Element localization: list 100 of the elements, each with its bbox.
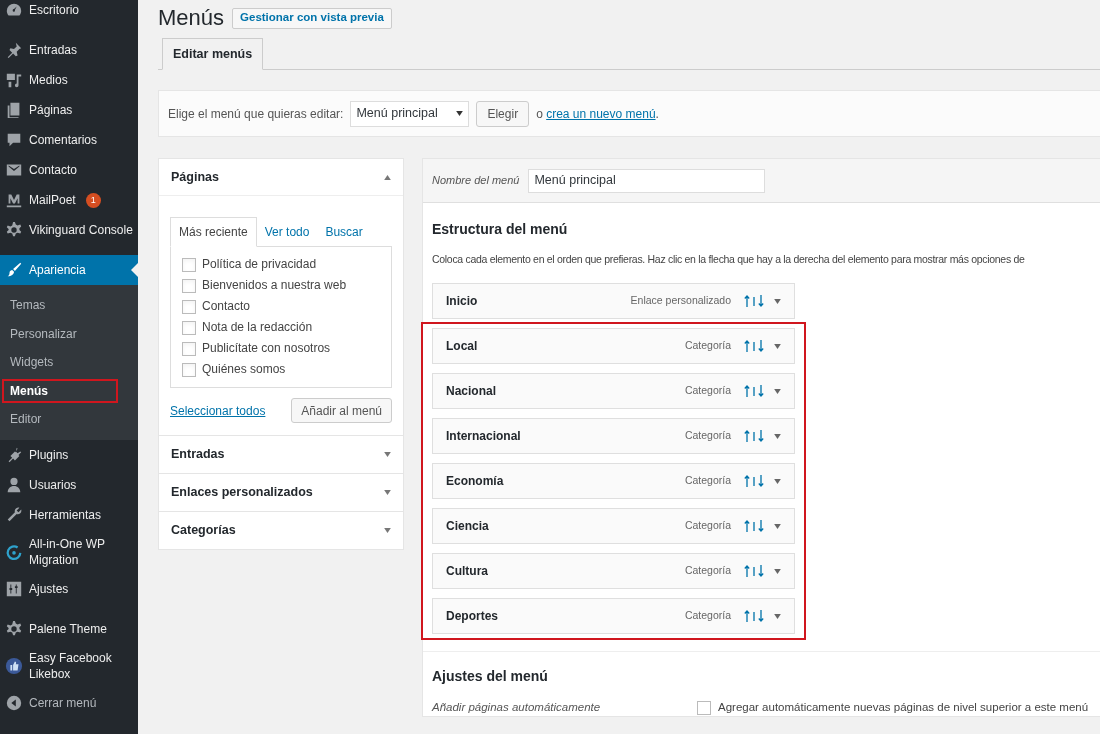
instructions-text: Coloca cada elemento en el orden que prefieras. Haz clic en la flecha que hay a la derecha del elemento para mostrar más opciones de [432,252,1026,266]
person-icon [5,475,23,494]
panel-tab[interactable]: Más reciente [170,217,257,247]
checkbox[interactable] [182,362,196,377]
accordion-header[interactable]: Enlaces personalizados [159,474,403,511]
create-menu-link[interactable]: crea un nuevo menú [546,106,656,121]
menu-item-bar[interactable]: Internacional Categoría [432,418,795,454]
menu-item-title: Internacional [446,428,522,445]
accordion-header[interactable]: Entradas [159,436,403,473]
sidebar-item[interactable]: Plugins [0,439,138,470]
item-type: Enlace personalizado [630,293,731,309]
menu-item-bar[interactable]: Inicio Enlace personalizado [432,283,795,319]
reorder-arrows-icon[interactable] [744,565,764,577]
sidebar-item[interactable]: Medios [0,65,138,95]
choose-button[interactable]: Elegir [476,100,530,127]
pin-icon [5,41,23,59]
menu-item-title: Nacional [446,383,497,400]
accordion-header[interactable]: Páginas [159,159,403,196]
select-all-link[interactable]: Seleccionar todos [170,401,266,420]
brush-icon [5,261,23,279]
circular-arrow-icon [5,542,23,561]
reorder-arrows-icon[interactable] [744,295,764,307]
checkbox-label: Agregar automáticamente nuevas páginas de nivel superior a este menú [718,700,1089,715]
expand-arrow-icon[interactable] [774,343,781,349]
reorder-arrows-icon[interactable] [744,610,764,622]
sidebar-item[interactable]: Escritorio [0,0,138,25]
tab[interactable]: Editar menús [162,38,264,70]
item-type: Categoría [684,608,731,624]
reorder-arrows-icon[interactable] [744,475,764,487]
checkbox-label: Contacto [202,298,251,315]
preview-button[interactable]: Gestionar con vista previa [232,7,392,29]
accordion-header[interactable]: Categorías [159,512,403,549]
sidebar-item[interactable]: Páginas [0,95,138,125]
reorder-arrows-icon[interactable] [744,385,764,397]
current-page-pointer [131,263,138,277]
menu-item-bar[interactable]: Deportes Categoría [432,598,795,634]
submenu-item[interactable]: Temas [2,293,118,318]
field-label: Nombre del menú [432,173,520,189]
item-type: Categoría [684,338,731,354]
expand-arrow-icon[interactable] [774,523,781,529]
notification-badge: 1 [85,192,101,208]
checkbox[interactable] [182,320,196,335]
menu-item-bar[interactable]: Economía Categoría [432,463,795,499]
sidebar-item[interactable]: Ajustes [0,573,138,604]
checkbox[interactable] [182,341,196,356]
menu-item-title: Cultura [446,563,489,580]
expand-arrow-icon[interactable] [774,298,781,304]
item-type: Categoría [684,428,731,444]
sidebar-item[interactable]: Apariencia [0,255,138,285]
menu-item-bar[interactable]: Cultura Categoría [432,553,795,589]
media-icon [5,71,23,89]
panel-tab[interactable]: Buscar [317,218,371,246]
sidebar-item[interactable]: Vikinguard Console [0,215,138,245]
sidebar-item[interactable]: Cerrar menú [0,687,138,718]
checkbox[interactable] [697,700,711,715]
menu-item-bar[interactable]: Ciencia Categoría [432,508,795,544]
checkbox[interactable] [182,257,196,272]
menu-name-field[interactable]: Menú principal [528,168,766,193]
expand-arrow-icon[interactable] [774,613,781,619]
sidebar-item[interactable]: MailPoet 1 [0,185,138,215]
submenu-item[interactable]: Personalizar [2,321,118,346]
reorder-arrows-icon[interactable] [744,520,764,532]
menu-item-bar[interactable]: Local Categoría [432,328,795,364]
gear-icon [5,221,23,239]
menu-dropdown[interactable]: Menú principal [350,100,470,127]
sidebar-item[interactable]: Comentarios [0,125,138,155]
checkbox-label: Nota de la redacción [202,319,313,336]
page-title: Menús [158,4,225,32]
checkbox[interactable] [182,278,196,293]
menu-item-bar[interactable]: Nacional Categoría [432,373,795,409]
sidebar-item[interactable]: Herramientas [0,499,138,530]
sidebar-item[interactable]: Palene Theme [0,613,138,644]
sidebar-item[interactable]: Contacto [0,155,138,185]
expand-arrow-icon[interactable] [774,433,781,439]
submenu-item[interactable]: Menús [2,378,118,403]
menu-item-title: Inicio [446,293,479,310]
expand-arrow-icon[interactable] [774,478,781,484]
collapse-arrow-icon[interactable] [384,174,391,180]
menu-item-title: Ciencia [446,518,490,535]
expand-arrow-icon[interactable] [774,388,781,394]
panel-tab[interactable]: Ver todo [256,218,318,246]
sidebar-item[interactable]: Usuarios [0,469,138,500]
item-type: Categoría [684,563,731,579]
reorder-arrows-icon[interactable] [744,340,764,352]
gear-icon [5,619,23,638]
expand-arrow-icon[interactable] [384,490,391,495]
add-to-menu-button[interactable]: Añadir al menú [291,398,392,423]
sidebar-item[interactable]: Easy Facebook Likebox [0,643,138,688]
expand-arrow-icon[interactable] [384,528,391,533]
menu-item-title: Local [446,338,479,355]
submenu-item[interactable]: Editor [2,407,118,432]
caret-icon [456,111,464,116]
sidebar-item[interactable]: Entradas [0,35,138,65]
expand-arrow-icon[interactable] [774,568,781,574]
sidebar-item[interactable]: All-in-One WP Migration [0,529,138,574]
expand-arrow-icon[interactable] [384,452,391,457]
menu-item-title: Economía [446,473,505,490]
checkbox[interactable] [182,299,196,314]
submenu-item[interactable]: Widgets [2,350,118,375]
reorder-arrows-icon[interactable] [744,430,764,442]
